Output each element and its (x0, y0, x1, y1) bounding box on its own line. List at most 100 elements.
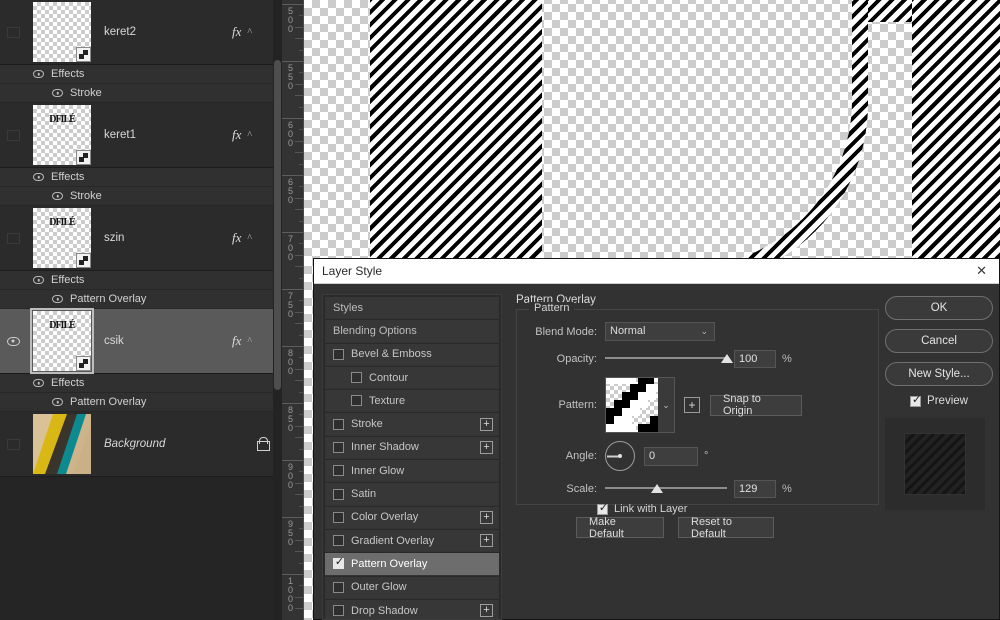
cancel-button[interactable]: Cancel (885, 329, 993, 353)
layer-effect-item[interactable]: Pattern Overlay (0, 393, 282, 412)
fx-icon[interactable]: fx (232, 127, 241, 143)
style-item-texture[interactable]: Texture (325, 390, 499, 413)
checkbox[interactable] (333, 441, 344, 453)
layer-row[interactable]: keret2 fx ^ (0, 0, 282, 65)
layer-effect-item[interactable]: Pattern Overlay (0, 290, 282, 309)
dialog-titlebar[interactable]: Layer Style ✕ (314, 259, 999, 284)
add-icon[interactable]: + (480, 510, 493, 524)
checkbox[interactable] (333, 556, 345, 570)
checkbox[interactable] (333, 465, 344, 477)
add-pattern-icon[interactable]: + (684, 397, 700, 413)
make-default-button[interactable]: Make Default (576, 516, 664, 540)
styles-list[interactable]: Styles Blending Options Bevel & Emboss C… (322, 294, 502, 620)
layer-visibility-toggle[interactable] (0, 206, 26, 271)
layer-visibility-toggle[interactable] (0, 412, 26, 477)
reset-to-default-button[interactable]: Reset to Default (678, 516, 774, 540)
checkbox[interactable] (910, 394, 922, 407)
layer-name[interactable]: csik (98, 335, 232, 347)
chevron-up-icon[interactable]: ^ (247, 130, 252, 141)
scale-input[interactable]: 129 (734, 480, 776, 498)
layer-thumbnail[interactable]: DFILÉ (33, 105, 91, 165)
fx-icon[interactable]: fx (232, 24, 241, 40)
chevron-down-icon[interactable]: ⌄ (658, 378, 674, 432)
layer-thumbnail-cell[interactable]: DFILÉ (26, 105, 98, 165)
layer-thumbnail-cell[interactable] (26, 2, 98, 62)
layer-row[interactable]: Background (0, 412, 282, 477)
checkbox[interactable] (333, 535, 344, 547)
blend-mode-select[interactable]: Normal (605, 322, 715, 341)
layer-visibility-toggle[interactable] (0, 103, 26, 168)
layer-thumbnail[interactable]: DFILÉ (33, 208, 91, 268)
checkbox[interactable] (333, 418, 344, 430)
blend-mode-select-wrap[interactable]: Normal ⌄ (605, 322, 715, 341)
style-item-stroke[interactable]: Stroke + (325, 413, 499, 436)
opacity-slider[interactable] (605, 352, 733, 366)
style-item-drop-shadow[interactable]: Drop Shadow + (325, 599, 499, 619)
pattern-picker[interactable]: ⌄ (605, 377, 675, 433)
vertical-ruler[interactable]: 5005506006507007508008509009501000 (282, 0, 304, 620)
close-icon[interactable]: ✕ (972, 263, 991, 279)
eye-icon[interactable] (52, 295, 63, 303)
layer-name[interactable]: keret2 (98, 26, 232, 38)
fx-icon[interactable]: fx (232, 230, 241, 246)
new-style-button[interactable]: New Style... (885, 362, 993, 386)
add-icon[interactable]: + (480, 604, 493, 617)
checkbox[interactable] (351, 395, 362, 407)
layer-effect-item[interactable]: Stroke (0, 84, 282, 103)
layer-row[interactable]: DFILÉ szin fx ^ (0, 206, 282, 271)
opacity-input[interactable]: 100 (734, 350, 776, 368)
layer-visibility-toggle[interactable] (0, 0, 26, 65)
checkbox[interactable] (333, 581, 344, 593)
snap-to-origin-button[interactable]: Snap to Origin (710, 393, 802, 417)
link-with-layer-row[interactable]: Link with Layer (527, 502, 868, 515)
style-item-pattern-overlay[interactable]: Pattern Overlay (325, 553, 499, 576)
layers-scrollbar[interactable] (273, 0, 282, 620)
style-item-color-overlay[interactable]: Color Overlay + (325, 506, 499, 529)
slider-handle[interactable] (651, 484, 664, 493)
style-item-gradient-overlay[interactable]: Gradient Overlay + (325, 529, 499, 553)
add-icon[interactable]: + (480, 440, 493, 454)
layer-thumbnail-cell[interactable] (26, 414, 98, 474)
add-icon[interactable]: + (480, 534, 493, 548)
angle-dial[interactable] (605, 441, 635, 471)
pattern-swatch[interactable] (606, 378, 658, 432)
layer-visibility-toggle[interactable] (0, 309, 26, 374)
style-item-styles[interactable]: Styles (325, 297, 499, 320)
fx-icon[interactable]: fx (232, 333, 241, 349)
eye-icon[interactable] (6, 336, 20, 346)
checkbox[interactable] (351, 372, 362, 384)
layer-effects-row[interactable]: Effects (0, 168, 282, 187)
add-icon[interactable]: + (480, 417, 493, 431)
chevron-up-icon[interactable]: ^ (247, 27, 252, 38)
checkbox[interactable] (333, 605, 344, 616)
scale-slider[interactable] (605, 482, 727, 496)
scrollbar-thumb[interactable] (274, 60, 281, 390)
eye-icon[interactable] (33, 70, 44, 78)
eye-icon[interactable] (33, 173, 44, 181)
eye-icon[interactable] (33, 379, 44, 387)
checkbox[interactable] (333, 348, 344, 360)
chevron-up-icon[interactable]: ^ (247, 233, 252, 244)
checkbox[interactable] (333, 511, 344, 523)
layer-thumbnail[interactable] (33, 2, 91, 62)
preview-toggle-row[interactable]: Preview (885, 394, 993, 407)
eye-icon[interactable] (52, 398, 63, 406)
slider-handle[interactable] (721, 354, 733, 363)
layer-effect-item[interactable]: Stroke (0, 187, 282, 206)
style-item-outer-glow[interactable]: Outer Glow (325, 576, 499, 599)
layer-row[interactable]: DFILÉ keret1 fx ^ (0, 103, 282, 168)
checkbox[interactable] (333, 488, 344, 500)
angle-input[interactable]: 0 (644, 446, 698, 466)
style-item-inner-shadow[interactable]: Inner Shadow + (325, 436, 499, 460)
background-layer-thumbnail[interactable] (33, 414, 91, 474)
eye-icon[interactable] (52, 192, 63, 200)
layer-thumbnail-cell[interactable]: DFILÉ (26, 308, 98, 374)
style-item-bevel-emboss[interactable]: Bevel & Emboss (325, 343, 499, 366)
style-item-inner-glow[interactable]: Inner Glow (325, 460, 499, 483)
style-item-blending-options[interactable]: Blending Options (325, 320, 499, 343)
layer-name[interactable]: szin (98, 232, 232, 244)
style-item-contour[interactable]: Contour (325, 366, 499, 390)
checkbox[interactable] (597, 502, 609, 515)
layer-effects-row[interactable]: Effects (0, 374, 282, 393)
layer-effects-row[interactable]: Effects (0, 271, 282, 290)
